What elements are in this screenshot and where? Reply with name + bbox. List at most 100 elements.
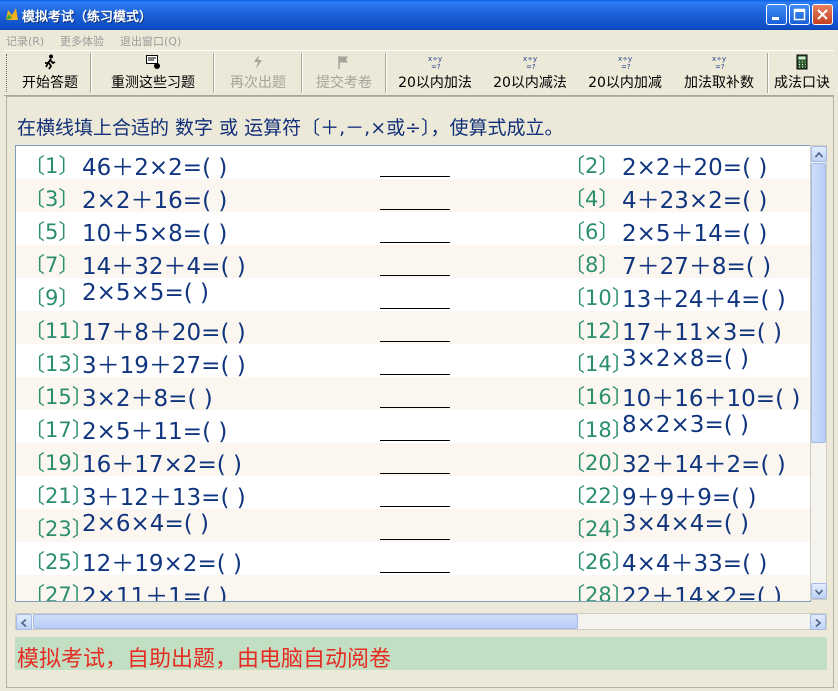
menu-bar: 记录(R) 更多体验 退出窗口(Q) <box>4 30 834 50</box>
retest-icon <box>146 55 160 69</box>
exercise-panel: 在横线填上合适的 数字 或 运算符〔＋,－,×或÷〕，使算式成立。 〔1〕 46… <box>6 96 834 688</box>
problem-number: 〔7〕 <box>24 253 80 277</box>
retest-label: 重测这些习题 <box>111 75 195 91</box>
chevron-left-icon <box>20 618 27 628</box>
table-row: 〔7〕 14＋32＋4=( ) 〔8〕 7＋27＋8=( ) <box>16 245 810 280</box>
answer-blank[interactable] <box>380 176 450 177</box>
table-row: 〔13〕 3＋19＋27=( ) 〔14〕 3×2×8=( ) <box>16 344 810 379</box>
subtract-within-20-label: 20以内减法 <box>493 75 567 91</box>
svg-text:x÷y: x÷y <box>618 55 632 63</box>
problem-expression: 14＋32＋4=( ) <box>82 254 246 280</box>
toolbar-separator <box>90 53 92 93</box>
table-row: 〔5〕 10＋5×8=( ) 〔6〕 2×5＋14=( ) <box>16 212 810 247</box>
start-answer-label: 开始答题 <box>22 75 78 91</box>
table-row: 〔9〕 2×5×5=( ) 〔10〕 13＋24＋4=( ) <box>16 278 810 313</box>
close-button[interactable] <box>812 4 833 25</box>
add-subtract-within-20-label: 20以内加减 <box>588 75 662 91</box>
answer-blank[interactable] <box>380 242 450 243</box>
answer-blank[interactable] <box>380 440 450 441</box>
table-row: 〔17〕 2×5＋11=( ) 〔18〕 8×2×3=( ) <box>16 410 810 445</box>
retest-button[interactable]: 重测这些习题 <box>96 51 210 95</box>
problem-expression: 2×5×5=( ) <box>82 280 209 306</box>
problem-expression: 12＋19×2=( ) <box>82 551 242 577</box>
problem-expression: 46＋2×2=( ) <box>82 155 228 181</box>
menu-record[interactable]: 记录(R) <box>6 33 44 49</box>
problem-expression: 22＋14×2=( ) <box>622 584 782 602</box>
maximize-button[interactable] <box>789 4 810 25</box>
table-row: 〔23〕 2×6×4=( ) 〔24〕 3×4×4=( ) <box>16 509 810 542</box>
problem-expression: 3＋19＋27=( ) <box>82 353 246 379</box>
multiplication-table-button[interactable]: 成法口诀 <box>770 51 834 95</box>
minimize-button[interactable] <box>766 4 787 25</box>
table-row: 〔3〕 2×2＋16=( ) 〔4〕 4＋23×2=( ) <box>16 179 810 214</box>
table-row: 〔15〕 3×2＋8=( ) 〔16〕 10＋16＋10=( ) <box>16 377 810 412</box>
menu-more-experience[interactable]: 更多体验 <box>60 33 104 49</box>
table-row: 〔21〕 3＋12＋13=( ) 〔22〕 9＋9＋9=( ) <box>16 476 810 511</box>
problem-expression: 2×6×4=( ) <box>82 511 209 537</box>
vertical-scroll-thumb[interactable] <box>811 163 826 443</box>
problem-expression: 3×2×8=( ) <box>622 346 749 372</box>
problem-expression: 17＋8＋20=( ) <box>82 320 246 346</box>
answer-blank[interactable] <box>380 407 450 408</box>
table-row: 〔27〕 2×11＋1=( ) 〔28〕 22＋14×2=( ) <box>16 575 810 602</box>
submit-paper-button[interactable]: 提交考卷 <box>306 51 382 95</box>
svg-text:=?: =? <box>621 63 631 70</box>
maximize-icon <box>793 8 806 21</box>
problem-expression: 4×4＋33=( ) <box>622 551 768 577</box>
chevron-up-icon <box>814 151 824 158</box>
scroll-right-button[interactable] <box>810 614 826 630</box>
problem-expression: 16＋17×2=( ) <box>82 452 242 478</box>
answer-blank[interactable] <box>380 308 450 309</box>
answer-blank[interactable] <box>380 374 450 375</box>
subtract-within-20-button[interactable]: x÷y =? 20以内减法 <box>485 51 575 95</box>
answer-blank[interactable] <box>380 473 450 474</box>
problem-number: 〔4〕 <box>564 187 620 211</box>
problem-expression: 10＋16＋10=( ) <box>622 386 801 412</box>
horizontal-scrollbar[interactable] <box>15 613 827 630</box>
vertical-scrollbar[interactable] <box>810 145 827 600</box>
minimize-icon <box>772 17 779 20</box>
xy-icon: x÷y=? <box>523 55 537 70</box>
answer-blank[interactable] <box>380 539 450 540</box>
problem-number: 〔6〕 <box>564 220 620 244</box>
add-within-20-button[interactable]: x÷y =? 20以内加法 <box>390 51 480 95</box>
submit-paper-label: 提交考卷 <box>316 75 372 91</box>
problem-number: 〔2〕 <box>564 154 620 178</box>
title-bar[interactable]: 模拟考试（练习模式） <box>0 0 838 30</box>
chevron-right-icon <box>815 618 822 628</box>
window-title: 模拟考试（练习模式） <box>22 10 153 25</box>
toolbar-separator <box>213 53 215 93</box>
problem-expression: 2×2＋20=( ) <box>622 155 768 181</box>
regenerate-button[interactable]: 再次出题 <box>218 51 298 95</box>
answer-blank[interactable] <box>380 572 450 573</box>
problem-grid[interactable]: 〔1〕 46＋2×2=( ) 〔2〕 2×2＋20=( ) 〔3〕 2×2＋16… <box>15 145 811 602</box>
complement-label: 加法取补数 <box>684 75 754 91</box>
complement-button[interactable]: x÷y =? 加法取补数 <box>674 51 764 95</box>
start-answer-button[interactable]: 开始答题 <box>14 51 86 95</box>
add-subtract-within-20-button[interactable]: x÷y =? 20以内加减 <box>580 51 670 95</box>
chevron-down-icon <box>814 589 824 596</box>
toolbar: 开始答题 重测这些习题 再次出题 提交考卷 x÷y =? 20以内加法 x÷y =?… <box>4 50 834 96</box>
xy-icon: x÷y=? <box>712 55 726 70</box>
app-window: 模拟考试（练习模式） 记录(R) 更多体验 退出窗口(Q) 开始答题 重测这些习… <box>0 0 838 691</box>
toolbar-separator <box>767 53 769 93</box>
scroll-up-button[interactable] <box>811 146 827 162</box>
problem-number: 〔3〕 <box>24 187 80 211</box>
table-row: 〔11〕 17＋8＋20=( ) 〔12〕 17＋11×3=( ) <box>16 311 810 346</box>
problem-expression: 13＋24＋4=( ) <box>622 287 786 313</box>
problem-expression: 3×4×4=( ) <box>622 511 749 537</box>
toolbar-separator <box>385 53 387 93</box>
problem-expression: 9＋9＋9=( ) <box>622 485 757 511</box>
answer-blank[interactable] <box>380 506 450 507</box>
menu-exit-window[interactable]: 退出窗口(Q) <box>120 33 181 49</box>
horizontal-scroll-thumb[interactable] <box>33 614 578 629</box>
scroll-left-button[interactable] <box>16 614 32 630</box>
problem-expression: 3＋12＋13=( ) <box>82 485 246 511</box>
toolbar-grip[interactable] <box>6 54 10 92</box>
svg-text:x÷y: x÷y <box>523 55 537 63</box>
problem-expression: 2×11＋1=( ) <box>82 584 228 602</box>
answer-blank[interactable] <box>380 275 450 276</box>
answer-blank[interactable] <box>380 341 450 342</box>
answer-blank[interactable] <box>380 209 450 210</box>
scroll-down-button[interactable] <box>811 583 827 599</box>
